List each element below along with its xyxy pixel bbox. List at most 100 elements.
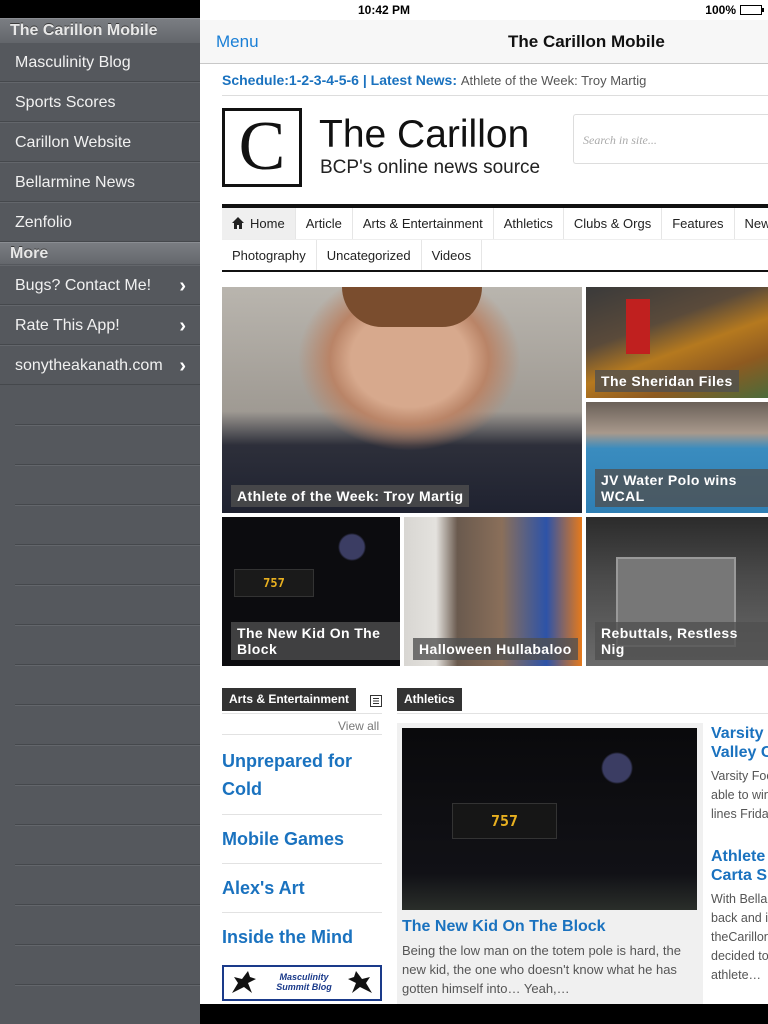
athletics-lead-title[interactable]: The New Kid On The Block (402, 918, 606, 936)
sidebar-empty-row-divider (15, 824, 200, 825)
athletics-side-story-title[interactable]: Varsity Valley C (711, 724, 768, 762)
arts-story-link[interactable]: Alex's Art (222, 874, 382, 902)
excerpt-line: Varsity Foo (711, 769, 768, 783)
menu-item-uncategorized[interactable]: Uncategorized (317, 240, 422, 270)
athletics-lead-excerpt: Being the low man on the totem pole is h… (402, 943, 681, 996)
sidebar-item-sonytheakanath[interactable]: sonytheakanath.com › (0, 345, 200, 385)
sidebar-empty-row-divider (15, 464, 200, 465)
menu-item-news[interactable]: New (735, 208, 768, 239)
featured-waterpolo-tile[interactable]: JV Water Polo wins WCAL (586, 402, 768, 513)
banner-text: Masculinity Summit Blog (276, 972, 332, 992)
featured-sheridan-tile[interactable]: The Sheridan Files (586, 287, 768, 398)
sidebar-item-label: Sports Scores (15, 94, 116, 111)
menu-item-photography[interactable]: Photography (222, 240, 317, 270)
logo-letter: C (238, 108, 286, 185)
list-icon[interactable] (370, 695, 382, 707)
masculinity-summit-banner[interactable]: Masculinity Summit Blog (222, 965, 382, 1001)
title-line: Varsity (711, 725, 764, 742)
sidebar-empty-row-divider (15, 904, 200, 905)
sidebar-section-more: More (0, 242, 200, 264)
navigation-bar: Menu The Carillon Mobile (200, 20, 768, 64)
menu-button[interactable]: Menu (216, 32, 259, 52)
title-line: Athlete (711, 848, 766, 865)
sidebar-item-bellarmine-news[interactable]: Bellarmine News (0, 162, 200, 202)
divider (222, 863, 382, 864)
excerpt-line: theCarillon (711, 930, 768, 944)
excerpt-line: able to win (711, 788, 768, 802)
sidebar-item-bugs-contact[interactable]: Bugs? Contact Me! › (0, 265, 200, 305)
featured-halloween-tile[interactable]: Halloween Hullabaloo (404, 517, 582, 666)
sidebar-item-label: Bugs? Contact Me! (15, 277, 152, 294)
sidebar-empty-row-divider (15, 984, 200, 985)
featured-athlete-tile[interactable]: Athlete of the Week: Troy Martig (222, 287, 582, 513)
sidebar-empty-row-divider (15, 424, 200, 425)
menu-item-article[interactable]: Article (296, 208, 353, 239)
ticker-separator: | (358, 72, 371, 88)
scoreboard: 757 (452, 803, 557, 839)
featured-rebuttals-tile[interactable]: Rebuttals, Restless Nig (586, 517, 768, 666)
sidebar-item-label: sonytheakanath.com (15, 357, 163, 374)
athletics-side-story-excerpt: With Bellar back and i theCarillon decid… (711, 890, 768, 985)
scoreboard: 757 (234, 569, 314, 597)
chevron-right-icon: › (179, 275, 186, 297)
sidebar-item-carillon-website[interactable]: Carillon Website (0, 122, 200, 162)
sidebar-item-masculinity-blog[interactable]: Masculinity Blog (0, 42, 200, 82)
menu-item-features[interactable]: Features (662, 208, 735, 239)
athletics-side-story-title[interactable]: Athlete Carta S (711, 847, 768, 885)
news-ticker: Schedule:1-2-3-4-5-6 | Latest News: Athl… (222, 72, 646, 88)
schedule-link[interactable]: Schedule:1-2-3-4-5-6 (222, 72, 359, 88)
arts-story-link[interactable]: Mobile Games (222, 825, 382, 853)
featured-caption: The New Kid On The Block (231, 622, 400, 660)
sidebar-item-label: Bellarmine News (15, 174, 136, 191)
hair-shape (342, 287, 482, 327)
athletics-lead-image[interactable]: 757 (402, 728, 697, 910)
bottom-bar (200, 1004, 768, 1024)
latest-news-headline[interactable]: Athlete of the Week: Troy Martig (461, 73, 646, 88)
sidebar-item-rate-app[interactable]: Rate This App! › (0, 305, 200, 345)
site-menu-row-1: Home Article Arts & Entertainment Athlet… (222, 204, 768, 239)
menu-item-videos[interactable]: Videos (422, 240, 483, 270)
featured-caption: The Sheridan Files (595, 370, 739, 392)
search-input[interactable]: Search in site... (573, 114, 768, 164)
latest-news-label: Latest News: (370, 72, 457, 88)
red-robe-shape (626, 299, 650, 354)
chevron-right-icon: › (179, 315, 186, 337)
arts-story-link[interactable]: Inside the Mind (222, 923, 382, 951)
status-bar-left (0, 0, 200, 18)
arts-category-tag[interactable]: Arts & Entertainment (222, 688, 357, 711)
excerpt-line: athlete… (711, 968, 762, 982)
sidebar-menu: The Carillon Mobile Masculinity Blog Spo… (0, 0, 200, 1024)
featured-newkid-tile[interactable]: 757 The New Kid On The Block (222, 517, 400, 666)
battery-indicator: 100% (705, 3, 764, 17)
athlete-silhouette-icon (348, 971, 372, 993)
menu-item-home[interactable]: Home (222, 208, 296, 239)
sidebar-empty-row-divider (15, 704, 200, 705)
sidebar-empty-row-divider (15, 944, 200, 945)
battery-percent: 100% (705, 3, 736, 17)
site-logo[interactable]: C (222, 108, 302, 187)
athlete-silhouette-icon (232, 971, 256, 993)
divider (222, 95, 768, 96)
featured-caption: Rebuttals, Restless Nig (595, 622, 768, 660)
menu-item-label: Home (250, 216, 285, 231)
excerpt-line: decided to (711, 949, 768, 963)
site-title[interactable]: The Carillon (319, 113, 529, 157)
sidebar-empty-row-divider (15, 744, 200, 745)
menu-item-arts[interactable]: Arts & Entertainment (353, 208, 494, 239)
excerpt-line: back and i (711, 911, 768, 925)
sidebar-section-title: The Carillon Mobile (0, 18, 200, 42)
view-all-link[interactable]: View all (338, 719, 379, 733)
arts-story-link[interactable]: Unprepared for Cold (222, 747, 382, 803)
sidebar-item-label: Zenfolio (15, 214, 72, 231)
chevron-right-icon: › (179, 355, 186, 377)
menu-item-athletics[interactable]: Athletics (494, 208, 564, 239)
sidebar-item-label: Carillon Website (15, 134, 132, 151)
athletics-category-tag[interactable]: Athletics (397, 688, 462, 711)
sidebar-item-sports-scores[interactable]: Sports Scores (0, 82, 200, 122)
menu-item-clubs[interactable]: Clubs & Orgs (564, 208, 663, 239)
web-content[interactable]: Schedule:1-2-3-4-5-6 | Latest News: Athl… (200, 65, 768, 1004)
status-bar: 10:42 PM 100% (200, 0, 768, 20)
sidebar-item-zenfolio[interactable]: Zenfolio (0, 202, 200, 242)
athletics-side-story-excerpt: Varsity Foo able to win lines Frida (711, 767, 768, 824)
divider (222, 814, 382, 815)
